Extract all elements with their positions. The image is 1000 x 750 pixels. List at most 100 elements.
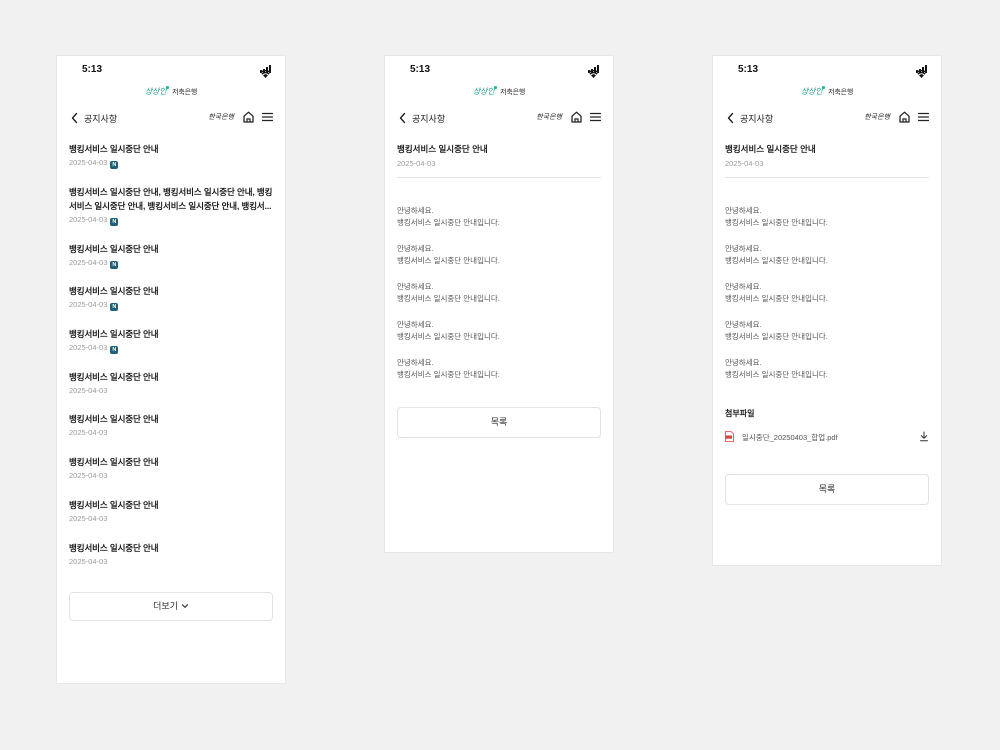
- notice-date-row: 2025-04-03 N: [69, 214, 273, 226]
- notice-title: 뱅킹서비스 일시중단 안내, 뱅킹서비스 일시중단 안내, 뱅킹서비스 일시중단…: [69, 186, 273, 211]
- back-icon[interactable]: [70, 112, 80, 124]
- attachment-label: 첨부파일: [725, 409, 755, 418]
- notice-title: 뱅킹서비스 일시중단 안내: [69, 499, 159, 510]
- notice-date: 2025-04-03: [69, 556, 108, 566]
- notice-date-row: 2025-04-03 N: [69, 299, 273, 312]
- paragraph-greeting: 안녕하세요.: [725, 358, 762, 367]
- notice-list-item[interactable]: 뱅킹서비스 일시중단 안내 2025-04-03: [69, 455, 273, 498]
- notice-list-item[interactable]: 뱅킹서비스 일시중단 안내 2025-04-03: [69, 541, 273, 584]
- notice-title: 뱅킹서비스 일시중단 안내: [69, 542, 159, 553]
- signal-icon: [588, 65, 600, 73]
- navbar: 공지사항 한국은행: [57, 108, 285, 128]
- paragraph-text: 뱅킹서비스 일시중단 안내입니다.: [725, 332, 828, 342]
- notice-list-item[interactable]: 뱅킹서비스 일시중단 안내, 뱅킹서비스 일시중단 안내, 뱅킹서비스 일시중단…: [69, 185, 273, 242]
- notice-date: 2025-04-03: [69, 428, 108, 438]
- status-time: 5:13: [82, 64, 103, 75]
- notice-title: 뱅킹서비스 일시중단 안내: [69, 243, 159, 254]
- attachment-row[interactable]: 일시중단_20250403_합업.pdf: [725, 430, 929, 444]
- menu-icon[interactable]: [589, 110, 602, 124]
- new-badge: N: [110, 303, 119, 312]
- download-icon[interactable]: [919, 431, 929, 442]
- brand-logo: 상상인 저축은행: [472, 86, 526, 96]
- notice-date-row: 2025-04-03: [69, 556, 273, 567]
- home-icon[interactable]: [570, 110, 583, 124]
- page-title: 공지사항: [84, 114, 118, 124]
- paragraph-greeting: 안녕하세요.: [725, 244, 762, 253]
- status-bar: 5:13 76: [57, 56, 285, 82]
- paragraph-greeting: 안녕하세요.: [725, 320, 762, 329]
- status-icons: 76: [588, 65, 600, 78]
- notice-list-item[interactable]: 뱅킹서비스 일시중단 안내 2025-04-03: [69, 498, 273, 541]
- screen-notice-detail: 5:13 76 상상인 저축은행 공지사항 한국은행 뱅킹서비스 일시중단 안내…: [385, 56, 613, 552]
- notice-date-row: 2025-04-03: [69, 513, 273, 524]
- menu-icon[interactable]: [917, 110, 930, 124]
- notice-title: 뱅킹서비스 일시중단 안내: [69, 371, 159, 382]
- body-paragraph: 안녕하세요. 뱅킹서비스 일시중단 안내입니다.: [725, 357, 929, 395]
- home-icon[interactable]: [242, 110, 255, 124]
- paragraph-text: 뱅킹서비스 일시중단 안내입니다.: [397, 256, 500, 266]
- notice-title: 뱅킹서비스 일시중단 안내: [69, 457, 159, 468]
- notice-list-item[interactable]: 뱅킹서비스 일시중단 안내 2025-04-03 N: [69, 327, 273, 370]
- navbar: 공지사항 한국은행: [713, 108, 941, 128]
- detail-body: 안녕하세요. 뱅킹서비스 일시중단 안내입니다. 안녕하세요. 뱅킹서비스 일시중단 …: [725, 205, 929, 395]
- attachment-filename[interactable]: 일시중단_20250403_합업.pdf: [742, 432, 838, 443]
- notice-date-row: 2025-04-03: [69, 470, 273, 481]
- body-paragraph: 안녕하세요. 뱅킹서비스 일시중단 안내입니다.: [725, 243, 929, 281]
- divider: [725, 177, 929, 178]
- paragraph-greeting: 안녕하세요.: [397, 358, 434, 367]
- body-paragraph: 안녕하세요. 뱅킹서비스 일시중단 안내입니다.: [397, 205, 601, 243]
- notice-date: 2025-04-03: [69, 343, 108, 353]
- paragraph-greeting: 안녕하세요.: [397, 282, 434, 291]
- handwritten-logo-button[interactable]: 한국은행: [536, 112, 562, 122]
- notice-list-item[interactable]: 뱅킹서비스 일시중단 안내 2025-04-03 N: [69, 284, 273, 327]
- paragraph-text: 뱅킹서비스 일시중단 안내입니다.: [725, 218, 828, 228]
- body-paragraph: 안녕하세요. 뱅킹서비스 일시중단 안내입니다.: [397, 357, 601, 395]
- list-button[interactable]: 목록: [397, 407, 601, 438]
- list-button[interactable]: 목록: [725, 474, 929, 505]
- signal-icon: [916, 65, 928, 73]
- paragraph-text: 뱅킹서비스 일시중단 안내입니다.: [397, 370, 500, 380]
- notice-list-item[interactable]: 뱅킹서비스 일시중단 안내 2025-04-03 N: [69, 242, 273, 285]
- signal-icon: [260, 65, 272, 73]
- back-icon[interactable]: [398, 112, 408, 124]
- notice-date: 2025-04-03: [69, 158, 108, 167]
- notice-list-item[interactable]: 뱅킹서비스 일시중단 안내 2025-04-03: [69, 370, 273, 413]
- notice-list-item[interactable]: 뱅킹서비스 일시중단 안내 2025-04-03: [69, 412, 273, 455]
- status-bar: 5:13 76: [385, 56, 613, 82]
- detail-header: 뱅킹서비스 일시중단 안내 2025-04-03: [725, 142, 929, 169]
- home-icon[interactable]: [898, 110, 911, 124]
- paragraph-text: 뱅킹서비스 일시중단 안내입니다.: [397, 218, 500, 228]
- paragraph-text: 뱅킹서비스 일시중단 안내입니다.: [725, 256, 828, 266]
- paragraph-text: 뱅킹서비스 일시중단 안내입니다.: [397, 294, 500, 304]
- paragraph-greeting: 안녕하세요.: [397, 206, 434, 215]
- notice-title: 뱅킹서비스 일시중단 안내: [69, 144, 159, 154]
- chevron-down-icon: [181, 604, 188, 608]
- menu-icon[interactable]: [261, 110, 274, 124]
- status-icons: 76: [916, 65, 928, 78]
- status-time: 5:13: [410, 64, 431, 75]
- notice-date: 2025-04-03: [69, 214, 108, 224]
- notice-date: 2025-04-03: [69, 513, 108, 523]
- status-time: 5:13: [738, 64, 759, 75]
- body-paragraph: 안녕하세요. 뱅킹서비스 일시중단 안내입니다.: [725, 319, 929, 357]
- more-button[interactable]: 더보기: [69, 592, 273, 621]
- handwritten-logo-button[interactable]: 한국은행: [864, 112, 890, 122]
- detail-date: 2025-04-03: [397, 159, 436, 168]
- brand-logo: 상상인 저축은행: [144, 86, 198, 96]
- detail-title: 뱅킹서비스 일시중단 안내: [397, 144, 488, 154]
- paragraph-greeting: 안녕하세요.: [725, 206, 762, 215]
- notice-date: 2025-04-03: [69, 385, 108, 395]
- back-icon[interactable]: [726, 112, 736, 124]
- page-title: 공지사항: [740, 114, 774, 124]
- notice-list-item[interactable]: 뱅킹서비스 일시중단 안내 2025-04-03 N: [69, 142, 273, 185]
- notice-date: 2025-04-03: [69, 257, 108, 267]
- body-paragraph: 안녕하세요. 뱅킹서비스 일시중단 안내입니다.: [397, 243, 601, 281]
- notice-title: 뱅킹서비스 일시중단 안내: [69, 329, 159, 340]
- body-paragraph: 안녕하세요. 뱅킹서비스 일시중단 안내입니다.: [725, 205, 929, 243]
- screen-notice-detail-attachment: 5:13 76 상상인 저축은행 공지사항 한국은행 뱅킹서비스 일시중단 안내…: [713, 56, 941, 565]
- notice-date: 2025-04-03: [69, 300, 108, 310]
- notice-date-row: 2025-04-03: [69, 385, 273, 396]
- handwritten-logo-button[interactable]: 한국은행: [208, 112, 234, 122]
- notice-title: 뱅킹서비스 일시중단 안내: [69, 414, 159, 425]
- page-title: 공지사항: [412, 114, 446, 124]
